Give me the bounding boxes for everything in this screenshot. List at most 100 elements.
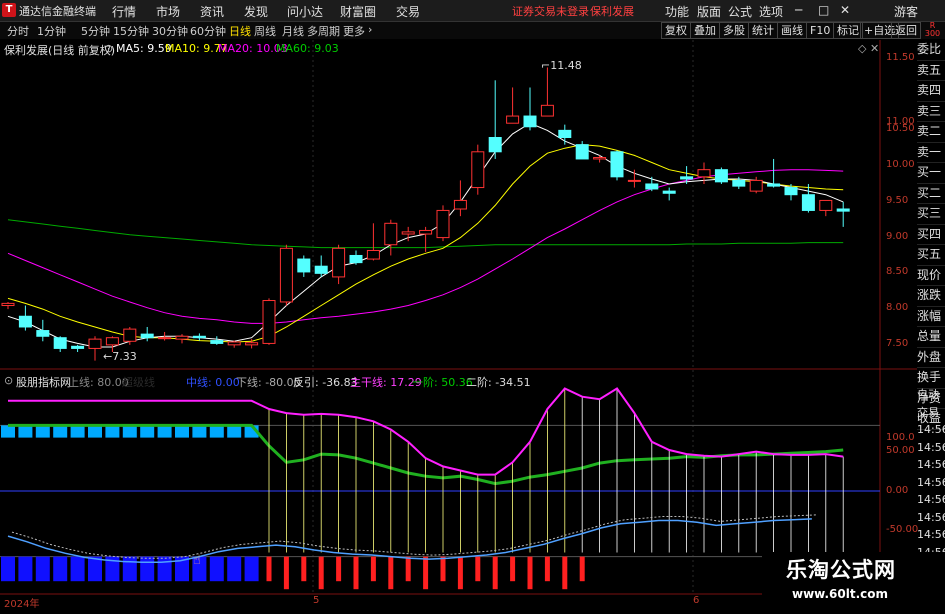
lower-line-label: 下线: -80.00	[236, 376, 301, 389]
first-order-label: 一阶: 50.36	[412, 376, 473, 389]
mid-line-label: 中线: 0.00	[186, 376, 240, 389]
candle-body	[384, 222, 398, 246]
candle-body	[801, 194, 815, 211]
upper-histogram-bar	[18, 425, 33, 438]
trade-row-0[interactable]: 自动	[917, 386, 945, 404]
upper-histogram-bar	[140, 425, 155, 438]
second-order-label: 二阶: -34.51	[466, 376, 531, 389]
candle-body	[18, 315, 32, 328]
upper-histogram-bar	[53, 425, 68, 438]
sub-axis-0: 0.00	[886, 485, 909, 496]
candle-body	[767, 183, 781, 187]
candle-body	[175, 335, 189, 340]
candle-body	[627, 179, 641, 182]
high-price-annotation: ⌐11.48	[541, 59, 582, 72]
candle-body	[140, 333, 154, 339]
candle-body	[88, 338, 102, 349]
quote-row-14: 总量	[917, 327, 945, 348]
quote-row-5: 卖一	[917, 143, 945, 163]
low-price-annotation: ←7.33	[103, 350, 137, 363]
candle-body	[784, 187, 798, 196]
upper-histogram-bar	[157, 425, 172, 438]
candle-body	[575, 144, 589, 160]
candle-body	[662, 190, 676, 194]
trade-row-6: 14:56	[917, 493, 945, 506]
candle-body	[714, 169, 728, 183]
candle-body	[71, 345, 85, 349]
trade-row-3: 14:56	[917, 440, 945, 454]
second-order-line	[7, 518, 812, 564]
upper-histogram-bar	[70, 425, 85, 438]
lower-histogram-bar	[140, 556, 155, 582]
quote-side-panel: 委比 卖五 卖四 卖三 卖二 卖一 买一 买二 买三 买四 买五 现价 涨跌 涨幅 总量 外盘 换手 净资 收益	[917, 40, 945, 430]
quote-row-13: 涨幅	[917, 307, 945, 327]
candle-body	[523, 115, 537, 128]
upper-histogram-bar	[192, 425, 207, 438]
candle-body	[506, 115, 520, 124]
axis-price-9.50: 9.50	[886, 195, 909, 206]
lower-histogram-bar	[70, 556, 85, 582]
candle-body	[36, 330, 50, 337]
x-axis-may: 5	[313, 595, 320, 606]
candle-body	[419, 229, 433, 235]
low-arrow-icon: ←	[103, 350, 113, 363]
lower-histogram-bar	[244, 556, 259, 582]
candle-body	[192, 335, 206, 339]
candle-body	[749, 179, 763, 192]
lower-histogram-bar	[1, 556, 15, 582]
candle-body	[314, 265, 328, 274]
trade-row-8: 14:56	[917, 528, 945, 541]
watermark-box: 乐淘公式网 www.60lt.com	[762, 552, 945, 609]
quote-row-9: 买四	[917, 225, 945, 245]
trade-row-5: 14:56	[917, 475, 945, 489]
candle-body	[540, 104, 554, 117]
sub-axis-50: 50.00	[886, 445, 915, 456]
candle-body	[227, 341, 241, 346]
candle-body	[53, 337, 67, 349]
axis-price-9.00: 9.00	[886, 231, 909, 242]
low-price-value: 7.33	[112, 350, 137, 363]
candle-body	[1, 302, 15, 307]
upper-histogram-bar	[35, 425, 50, 438]
candle-body	[453, 199, 467, 210]
upper-histogram-bar	[105, 425, 120, 438]
quote-row-1: 卖五	[917, 61, 945, 81]
candle-body	[593, 157, 607, 160]
axis-price-8.50: 8.50	[886, 266, 909, 277]
main-line-label: 主干线: 17.29	[350, 376, 422, 389]
trade-row-4: 14:56	[917, 458, 945, 471]
candle-body	[245, 342, 259, 346]
candle-body	[210, 340, 224, 344]
candle-body	[279, 247, 293, 303]
hand-cursor-icon: ☝	[193, 553, 201, 568]
upper-histogram-bar	[88, 425, 102, 438]
upper-histogram-bar	[209, 425, 224, 438]
lower-histogram-bar	[209, 556, 224, 582]
candle-body	[680, 176, 694, 180]
quote-row-6: 买一	[917, 163, 945, 184]
axis-price-8.00: 8.00	[886, 302, 909, 313]
quote-row-10: 买五	[917, 245, 945, 266]
upper-line-label: 上线: 80.00	[68, 376, 129, 389]
x-axis-year: 2024年	[4, 599, 40, 610]
indicator-settings-icon[interactable]: ⊙	[4, 374, 13, 387]
indicator-name: 股朋指标网	[16, 376, 71, 389]
lower-histogram-bar	[18, 556, 33, 582]
axis-price-10.50: 10.50	[886, 123, 915, 134]
candle-body	[610, 151, 624, 178]
trade-row-2: 14:56	[917, 423, 945, 436]
candle-body	[732, 179, 746, 187]
candle-body	[436, 209, 450, 239]
quote-row-12: 涨跌	[917, 286, 945, 307]
lower-histogram-bar	[88, 556, 102, 582]
axis-price-7.50: 7.50	[886, 338, 909, 349]
axis-price-11.50: 11.50	[886, 52, 915, 63]
upper-histogram-bar	[227, 425, 242, 438]
axis-price-10.00: 10.00	[886, 159, 915, 170]
candle-body	[697, 169, 711, 178]
sub-axis-neg50: -50.00	[886, 524, 919, 535]
candle-body	[471, 151, 485, 189]
trade-row-1[interactable]: 交易	[917, 404, 945, 422]
candle-body	[488, 137, 502, 153]
kline-chart[interactable]	[0, 0, 945, 609]
